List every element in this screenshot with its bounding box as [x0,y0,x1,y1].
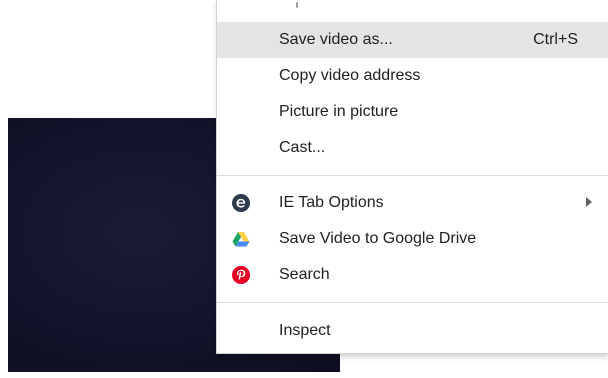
submenu-arrow-icon [586,197,592,207]
pinterest-icon [232,266,250,284]
menu-item-label: Inspect [279,322,331,339]
menu-item-label: Picture in picture [279,103,399,120]
menu-item-label: Save video as... [279,31,393,48]
ie-tab-icon [232,194,250,212]
menu-item-inspect[interactable]: Inspect [217,313,608,349]
menu-item-shortcut: Ctrl+S [533,31,578,48]
menu-item-label: Save Video to Google Drive [279,230,477,247]
menu-item-cast[interactable]: Cast... [217,130,608,166]
menu-item-save-video-to-google-drive[interactable]: Save Video to Google Drive [217,221,608,257]
menu-item-label: Cast... [279,139,326,156]
menu-item-save-video-as[interactable]: Save video as... Ctrl+S [217,22,608,58]
menu-item-label: IE Tab Options [279,194,384,211]
menu-separator [217,175,608,176]
menu-item-picture-in-picture[interactable]: Picture in picture [217,94,608,130]
menu-separator [217,302,608,303]
google-drive-icon [232,232,250,247]
context-menu: Save video as... Ctrl+S Copy video addre… [216,0,608,354]
menu-item-search[interactable]: Search [217,257,608,293]
menu-scroll-hint [296,2,298,8]
menu-item-label: Copy video address [279,67,421,84]
menu-item-copy-video-address[interactable]: Copy video address [217,58,608,94]
menu-item-ie-tab-options[interactable]: IE Tab Options [217,185,608,221]
page: Save video as... Ctrl+S Copy video addre… [0,0,608,378]
menu-item-label: Search [279,266,330,283]
